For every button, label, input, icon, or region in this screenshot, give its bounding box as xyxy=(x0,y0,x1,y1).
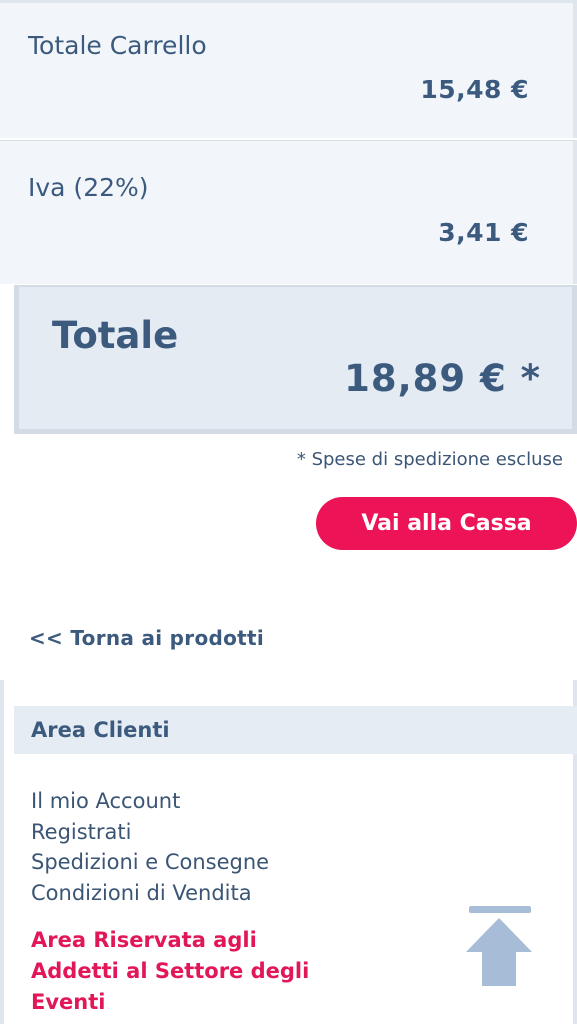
reserved-area-line[interactable]: Addetti al Settore degli xyxy=(31,956,309,987)
total-value: 18,89 € * xyxy=(344,357,541,400)
link-my-account[interactable]: Il mio Account xyxy=(31,786,269,817)
customer-area-links: Il mio Account Registrati Spedizioni e C… xyxy=(31,786,269,908)
arrow-up-icon xyxy=(466,906,532,986)
reserved-area-line[interactable]: Eventi xyxy=(31,987,309,1018)
reserved-area-line[interactable]: Area Riservata agli xyxy=(31,925,309,956)
customer-area-title: Area Clienti xyxy=(31,718,170,742)
link-sale-conditions[interactable]: Condizioni di Vendita xyxy=(31,878,269,909)
reserved-area-link[interactable]: Area Riservata agli Addetti al Settore d… xyxy=(31,925,309,1018)
cart-subtotal-row: Totale Carrello 15,48 € xyxy=(0,0,577,138)
link-shipping[interactable]: Spedizioni e Consegne xyxy=(31,847,269,878)
vat-label: Iva (22%) xyxy=(28,173,149,202)
back-to-top-button[interactable] xyxy=(466,906,532,986)
customer-area-header: Area Clienti xyxy=(14,706,577,754)
cart-subtotal-label: Totale Carrello xyxy=(28,31,207,60)
shipping-note: * Spese di spedizione escluse xyxy=(296,449,563,470)
back-to-products-link[interactable]: << Torna ai prodotti xyxy=(29,626,264,650)
cart-subtotal-value: 15,48 € xyxy=(420,75,529,104)
total-label: Totale xyxy=(52,314,179,357)
vat-value: 3,41 € xyxy=(438,218,529,247)
vat-row: Iva (22%) 3,41 € xyxy=(0,140,577,284)
checkout-button[interactable]: Vai alla Cassa xyxy=(316,497,577,550)
total-box: Totale 18,89 € * xyxy=(14,285,577,434)
link-register[interactable]: Registrati xyxy=(31,817,269,848)
